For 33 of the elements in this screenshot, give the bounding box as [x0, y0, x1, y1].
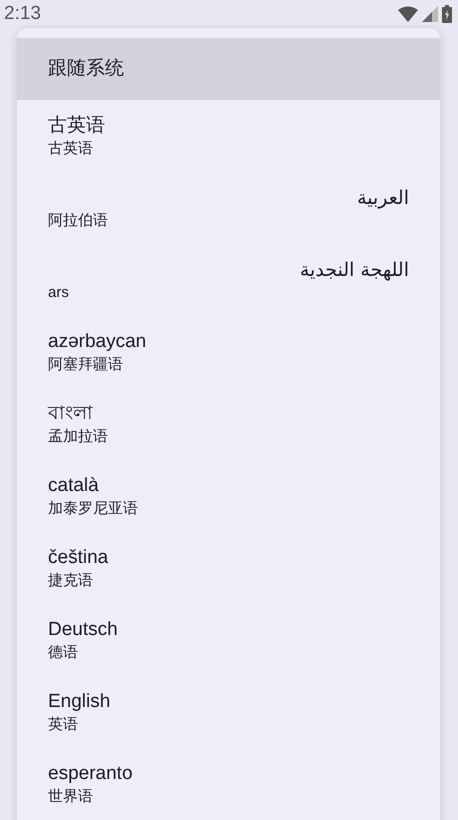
language-subtitle: 捷克语	[48, 571, 93, 591]
battery-icon	[442, 5, 452, 23]
language-subtitle: ars	[48, 283, 69, 303]
language-name: English	[48, 690, 110, 714]
language-name: esperanto	[48, 762, 133, 786]
language-name: 古英语	[48, 114, 105, 138]
language-subtitle: 英语	[48, 715, 78, 735]
menu-item[interactable]: čeština 捷克语	[17, 532, 440, 604]
status-time: 2:13	[4, 2, 41, 26]
language-name: català	[48, 474, 99, 498]
menu-item[interactable]: català 加泰罗尼亚语	[17, 460, 440, 532]
language-subtitle: 世界语	[48, 787, 93, 807]
menu-item[interactable]: azərbaycan 阿塞拜疆语	[17, 316, 440, 388]
language-name: azərbaycan	[48, 330, 146, 354]
language-name: اللهجة النجدية	[300, 258, 409, 283]
menu-item[interactable]: 古英语 古英语	[17, 100, 440, 172]
wifi-icon	[398, 6, 418, 22]
menu-item[interactable]: esperanto 世界语	[17, 748, 440, 820]
language-name: čeština	[48, 546, 108, 570]
menu-item[interactable]: Deutsch 德语	[17, 604, 440, 676]
menu-item[interactable]: 跟随系统	[17, 38, 440, 100]
signal-icon	[422, 6, 438, 22]
language-subtitle: 德语	[48, 643, 78, 663]
language-subtitle: 孟加拉语	[48, 427, 108, 447]
menu-item[interactable]: English 英语	[17, 676, 440, 748]
language-name: Deutsch	[48, 618, 118, 642]
language-name: বাংলা	[48, 402, 93, 426]
language-subtitle: 古英语	[48, 139, 93, 159]
menu-item[interactable]: বাংলা 孟加拉语	[17, 388, 440, 460]
language-subtitle: 阿拉伯语	[48, 211, 108, 231]
language-subtitle: 加泰罗尼亚语	[48, 499, 138, 519]
language-name: العربية	[357, 186, 409, 211]
language-subtitle: 阿塞拜疆语	[48, 355, 123, 375]
